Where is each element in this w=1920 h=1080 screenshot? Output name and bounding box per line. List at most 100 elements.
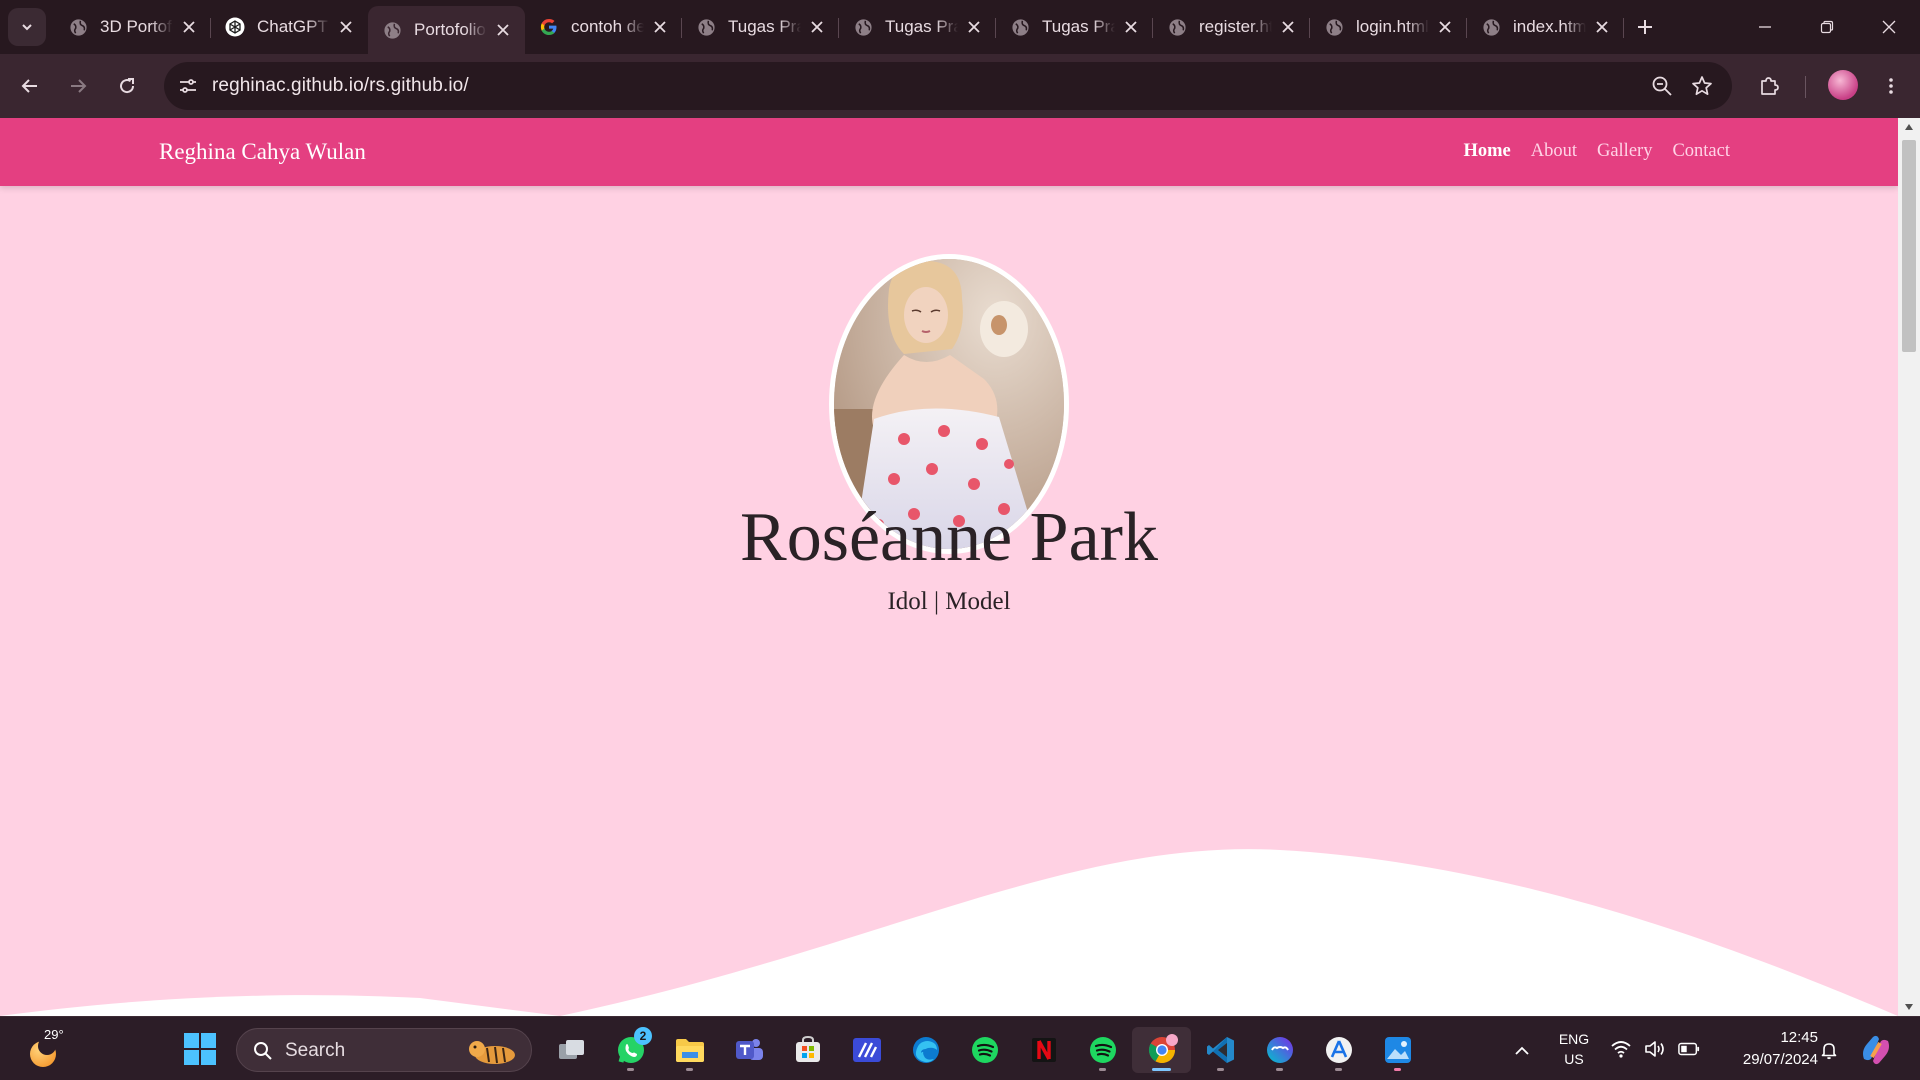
language-indicator[interactable]: ENG US [1556,1029,1592,1069]
close-icon[interactable] [1121,17,1141,37]
taskbar-app-spotify-2[interactable] [1073,1027,1132,1073]
search-placeholder: Search [285,1040,346,1061]
browser-tab[interactable]: ChatGPT [211,6,368,48]
taskbar-app-task-view[interactable] [542,1027,601,1073]
tab-title: Tugas Praktikum [1042,17,1115,36]
store-icon [795,1035,820,1062]
site-brand[interactable]: Reghina Cahya Wulan [159,139,366,165]
nav-link-gallery[interactable]: Gallery [1597,141,1652,162]
close-window-button[interactable] [1858,0,1920,54]
toolbar-divider [1805,76,1806,98]
scroll-down-button[interactable] [1898,998,1920,1016]
notification-bell-icon[interactable] [1816,1037,1842,1063]
site-settings-icon[interactable] [174,72,202,100]
browser-tab[interactable]: Tugas Praktikum [839,6,996,48]
close-icon[interactable] [807,17,827,37]
taskbar-app-whatsapp[interactable]: 2 [601,1027,660,1073]
nav-link-about[interactable]: About [1531,141,1577,162]
close-icon[interactable] [650,17,670,37]
site-navbar: Reghina Cahya Wulan Home About Gallery C… [0,118,1898,186]
forward-button[interactable] [61,69,95,103]
back-button[interactable] [13,69,47,103]
scroll-thumb[interactable] [1902,140,1916,352]
puzzle-icon [1761,77,1779,95]
close-icon[interactable] [493,20,513,40]
close-icon[interactable] [179,17,199,37]
tab-search-button[interactable] [8,8,46,46]
taskbar-app-file-explorer[interactable] [660,1027,719,1073]
profile-avatar[interactable] [1828,70,1858,100]
taskbar-app-store[interactable] [778,1027,837,1073]
copilot-icon[interactable] [1858,1033,1894,1067]
globe-icon [1167,17,1187,37]
restore-button[interactable] [1796,0,1858,54]
browser-toolbar: reghinac.github.io/rs.github.io/ [0,54,1920,118]
globe-icon [853,17,873,37]
browser-tab[interactable]: Tugas Praktikum [682,6,839,48]
tab-title: register.html [1199,17,1272,36]
bookmark-star-icon[interactable] [1688,72,1716,100]
page-scrollbar[interactable] [1898,118,1920,1016]
taskbar-app-chrome[interactable] [1132,1027,1191,1073]
taskbar-search[interactable]: Search [236,1028,532,1072]
taskbar-app-store-blue[interactable] [1309,1027,1368,1073]
taskbar-app-edge[interactable] [896,1027,955,1073]
tray-overflow-button[interactable] [1508,1037,1536,1065]
address-url[interactable]: reghinac.github.io/rs.github.io/ [212,75,469,97]
close-icon [1882,20,1896,34]
wifi-icon [1610,1037,1632,1061]
taskbar-app-spotify[interactable] [955,1027,1014,1073]
extensions-button[interactable] [1752,69,1786,103]
browser-tab[interactable]: contoh desain [525,6,682,48]
running-indicator [1099,1068,1106,1071]
photos-icon [1384,1037,1411,1063]
globe-icon [68,17,88,37]
taskbar-app-netflix[interactable] [1014,1027,1073,1073]
windows-logo-tile [201,1050,216,1065]
taskbar-app-teams[interactable] [719,1027,778,1073]
browser-tab-active[interactable]: Portofolio [368,6,525,54]
taskbar-app-vscode[interactable] [1191,1027,1250,1073]
chevron-up-icon [1515,1046,1529,1055]
browser-tab[interactable]: 3D Portofolio [54,6,211,48]
spotify-icon [1089,1037,1116,1063]
close-icon[interactable] [1435,17,1455,37]
triangle-up-icon [1905,124,1913,130]
system-tray[interactable] [1610,1037,1700,1061]
windows-logo-tile [201,1033,216,1048]
site-nav-links: Home About Gallery Contact [1463,141,1730,162]
close-icon[interactable] [964,17,984,37]
nav-link-home[interactable]: Home [1463,141,1510,162]
running-indicator [1335,1068,1342,1071]
tab-title: Tugas Praktikum [728,17,801,36]
zoom-icon[interactable] [1648,72,1676,100]
nav-link-contact[interactable]: Contact [1672,141,1730,162]
browser-menu-button[interactable] [1874,69,1908,103]
taskbar-app-canva[interactable] [1250,1027,1309,1073]
browser-tab[interactable]: login.html [1310,6,1467,48]
tab-title: contoh desain [571,17,644,36]
system-clock[interactable]: 12:45 29/07/2024 [1712,1027,1818,1071]
reload-button[interactable] [110,69,144,103]
running-indicator [1276,1068,1283,1071]
taskbar-app-photos[interactable] [1368,1027,1427,1073]
hero-tagline: Idol | Model [887,588,1011,615]
browser-tab[interactable]: index.html [1467,6,1624,48]
address-bar[interactable]: reghinac.github.io/rs.github.io/ [164,62,1732,110]
close-icon[interactable] [1278,17,1298,37]
close-icon[interactable] [1592,17,1612,37]
taskbar-app-vs[interactable] [837,1027,896,1073]
running-indicator [1217,1068,1224,1071]
weather-temp: 29° [44,1027,64,1042]
browser-tab[interactable]: Tugas Praktikum [996,6,1153,48]
window-controls [1734,0,1920,54]
minimize-icon [1759,26,1771,28]
browser-tab-strip: 3D Portofolio ChatGPT Portofolio contoh … [0,0,1920,54]
notification-badge: 2 [634,1027,652,1045]
browser-tab[interactable]: register.html [1153,6,1310,48]
start-button[interactable] [184,1033,218,1067]
new-tab-button[interactable] [1630,12,1660,42]
scroll-up-button[interactable] [1898,118,1920,136]
minimize-button[interactable] [1734,0,1796,54]
close-icon[interactable] [336,17,356,37]
